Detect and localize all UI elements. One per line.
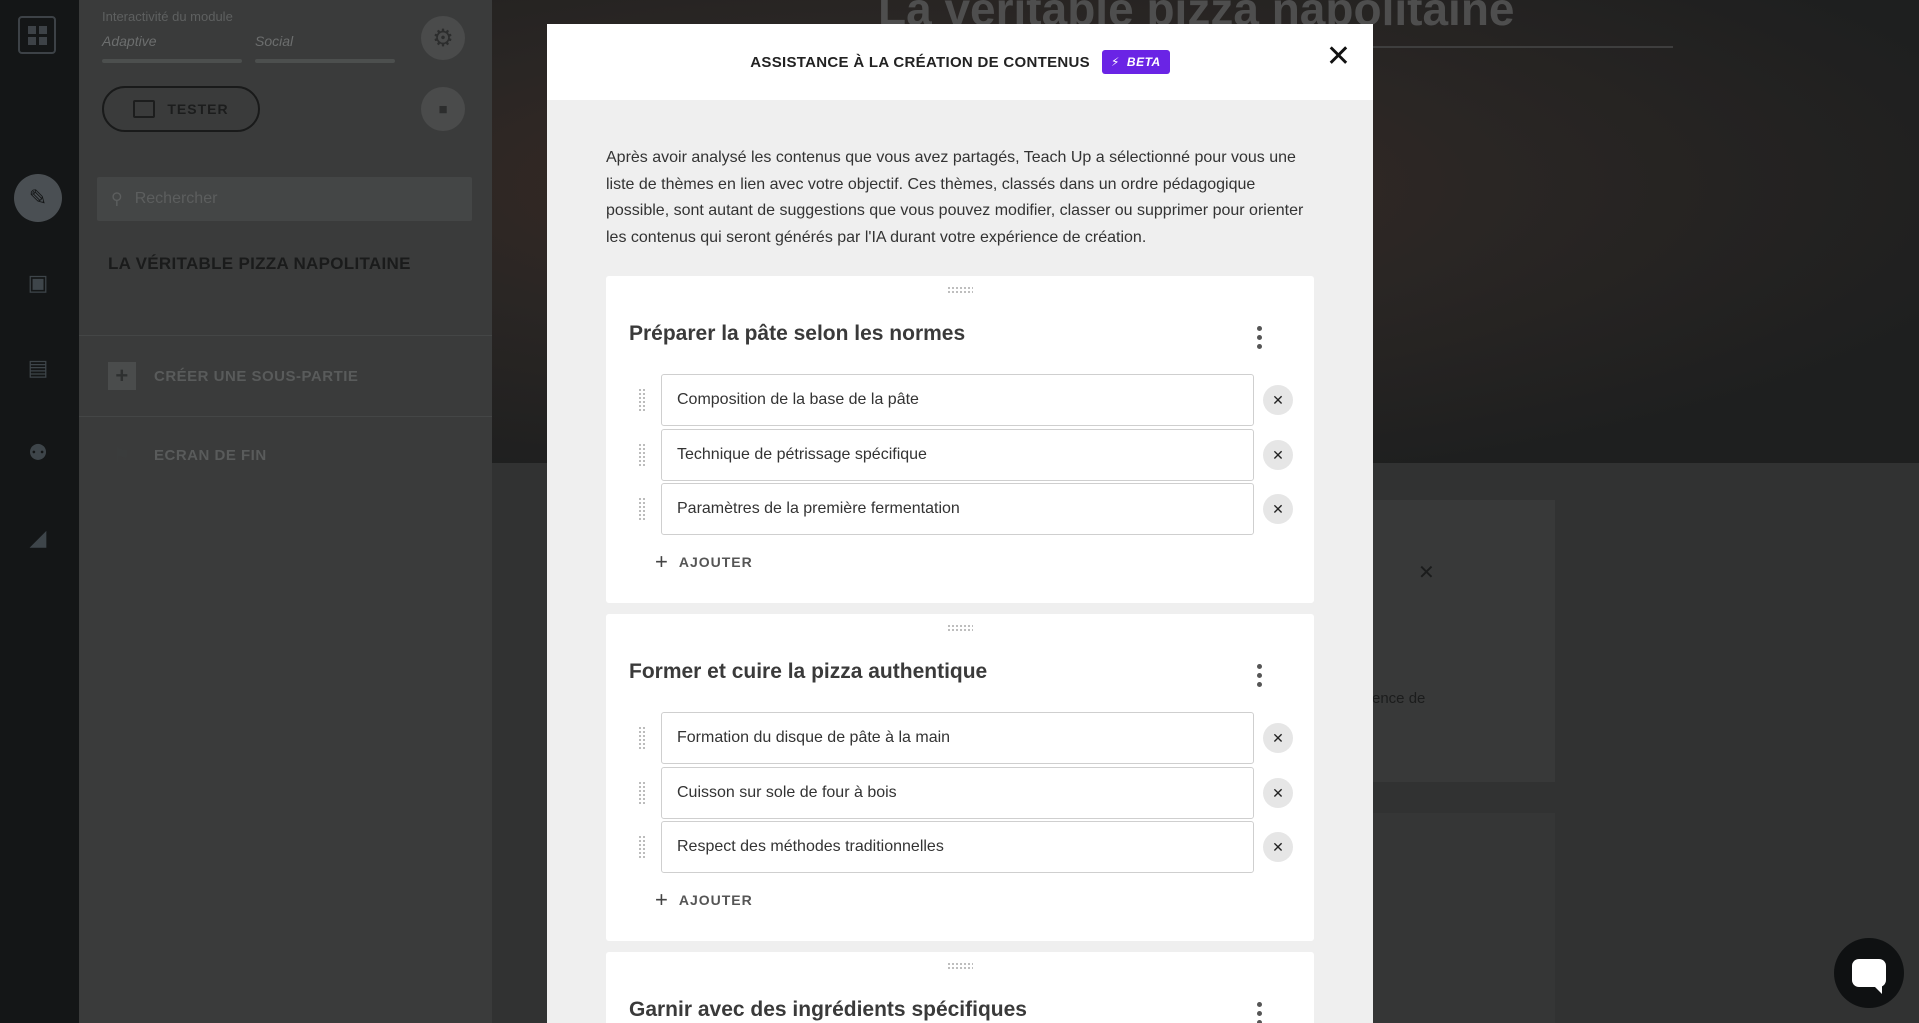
drag-handle-icon[interactable] (947, 286, 973, 294)
drag-handle-icon[interactable] (947, 624, 973, 632)
drag-handle-icon[interactable] (638, 388, 646, 412)
search-input[interactable]: ⚲ Rechercher (97, 177, 472, 221)
more-options-icon[interactable] (1257, 326, 1263, 353)
close-icon: ✕ (1418, 562, 1435, 584)
create-subpart-label: CRÉER UNE SOUS-PARTIE (154, 367, 359, 385)
tester-button[interactable]: TESTER (102, 86, 260, 132)
search-placeholder: Rechercher (134, 190, 218, 207)
theme-item: Respect des méthodes traditionnelles ✕ (629, 821, 1293, 873)
theme-card[interactable]: Former et cuire la pizza authentique For… (606, 614, 1314, 941)
theme-item: Composition de la base de la pâte ✕ (629, 374, 1293, 426)
theme-card[interactable]: Préparer la pâte selon les normes Compos… (606, 276, 1314, 603)
theme-item: Cuisson sur sole de four à bois ✕ (629, 767, 1293, 819)
app-rail: ✎ ▣ ▤ ⚉ ◢ (0, 0, 79, 1023)
remove-item-button[interactable]: ✕ (1263, 723, 1293, 753)
mode-social-bar (255, 59, 395, 63)
magic-wand-icon: ⚡ (1110, 55, 1120, 69)
theme-item-input[interactable]: Composition de la base de la pâte (661, 374, 1254, 426)
interactivity-title: Interactivité du module (102, 9, 233, 24)
theme-item: Paramètres de la première fermentation ✕ (629, 483, 1293, 535)
drag-handle-icon[interactable] (638, 497, 646, 521)
add-item-label: AJOUTER (678, 554, 753, 570)
create-subpart-button[interactable]: + CRÉER UNE SOUS-PARTIE (108, 362, 358, 390)
chat-bubble-icon (1852, 959, 1886, 994)
flag-icon: ⚑ (112, 445, 132, 467)
drag-handle-icon[interactable] (638, 443, 646, 467)
share-icon[interactable]: ⚉ (14, 429, 62, 477)
close-icon[interactable]: ✕ (1326, 42, 1351, 72)
mode-social[interactable]: Social (255, 33, 293, 49)
app-logo-icon[interactable] (18, 16, 56, 54)
add-item-button[interactable]: + AJOUTER (655, 889, 753, 911)
remove-item-button[interactable]: ✕ (1263, 385, 1293, 415)
theme-item-input[interactable]: Respect des méthodes traditionnelles (661, 821, 1254, 873)
edit-pencil-icon[interactable]: ✎ (14, 174, 62, 222)
remove-item-button[interactable]: ✕ (1263, 440, 1293, 470)
more-options-icon[interactable] (1257, 1002, 1263, 1023)
editor-sidebar: Interactivité du module Adaptive Social … (79, 0, 492, 1023)
theme-item: Technique de pétrissage spécifique ✕ (629, 429, 1293, 481)
analytics-icon[interactable]: ◢ (14, 514, 62, 562)
card-text-fragment: ence de (1372, 690, 1426, 707)
theme-title[interactable]: Préparer la pâte selon les normes (629, 322, 965, 346)
add-item-button[interactable]: + AJOUTER (655, 551, 753, 573)
add-item-label: AJOUTER (678, 892, 753, 908)
course-title[interactable]: LA VÉRITABLE PIZZA NAPOLITAINE (108, 254, 411, 274)
drag-handle-icon[interactable] (947, 962, 973, 970)
theme-item-input[interactable]: Cuisson sur sole de four à bois (661, 767, 1254, 819)
divider (79, 416, 492, 417)
plus-icon: + (108, 362, 136, 390)
mode-adaptive-bar (102, 59, 242, 63)
content-assistant-modal: ASSISTANCE À LA CRÉATION DE CONTENUS ⚡ B… (547, 24, 1373, 1023)
drag-handle-icon[interactable] (638, 835, 646, 859)
beta-badge: ⚡ BETA (1101, 50, 1170, 74)
theme-item-input[interactable]: Technique de pétrissage spécifique (661, 429, 1254, 481)
plus-icon: + (655, 549, 669, 574)
modal-header: ASSISTANCE À LA CRÉATION DE CONTENUS ⚡ B… (547, 24, 1373, 100)
theme-item-input[interactable]: Formation du disque de pâte à la main (661, 712, 1254, 764)
gear-icon[interactable]: ⚙ (421, 16, 465, 60)
background-panel (1372, 813, 1555, 1023)
intro-text: Après avoir analysé les contenus que vou… (606, 149, 1304, 246)
end-screen-label: ECRAN DE FIN (154, 447, 267, 464)
more-options-icon[interactable] (1257, 664, 1263, 691)
theme-title[interactable]: Garnir avec des ingrédients spécifiques (629, 998, 1027, 1022)
theme-item-input[interactable]: Paramètres de la première fermentation (661, 483, 1254, 535)
drag-handle-icon[interactable] (638, 781, 646, 805)
modal-title: ASSISTANCE À LA CRÉATION DE CONTENUS (750, 53, 1090, 71)
remove-item-button[interactable]: ✕ (1263, 832, 1293, 862)
end-screen-item[interactable]: ⚑ ECRAN DE FIN (108, 443, 267, 468)
preview-icon (133, 100, 156, 118)
media-icon[interactable]: ▣ (14, 259, 62, 307)
divider (79, 335, 492, 336)
search-icon: ⚲ (111, 191, 123, 208)
drag-handle-icon[interactable] (638, 726, 646, 750)
plus-icon: + (655, 887, 669, 912)
remove-item-button[interactable]: ✕ (1263, 494, 1293, 524)
theme-item: Formation du disque de pâte à la main ✕ (629, 712, 1293, 764)
chat-launcher-button[interactable] (1834, 938, 1904, 1008)
beta-label: BETA (1126, 55, 1161, 69)
comments-icon[interactable]: ▤ (14, 344, 62, 392)
mode-adaptive[interactable]: Adaptive (102, 33, 156, 49)
theme-card[interactable]: Garnir avec des ingrédients spécifiques (606, 952, 1314, 1023)
remove-item-button[interactable]: ✕ (1263, 778, 1293, 808)
save-icon[interactable]: ■ (421, 87, 465, 131)
background-card: ✕ ence de (1372, 500, 1555, 782)
theme-title[interactable]: Former et cuire la pizza authentique (629, 660, 987, 684)
tester-label: TESTER (167, 101, 229, 117)
